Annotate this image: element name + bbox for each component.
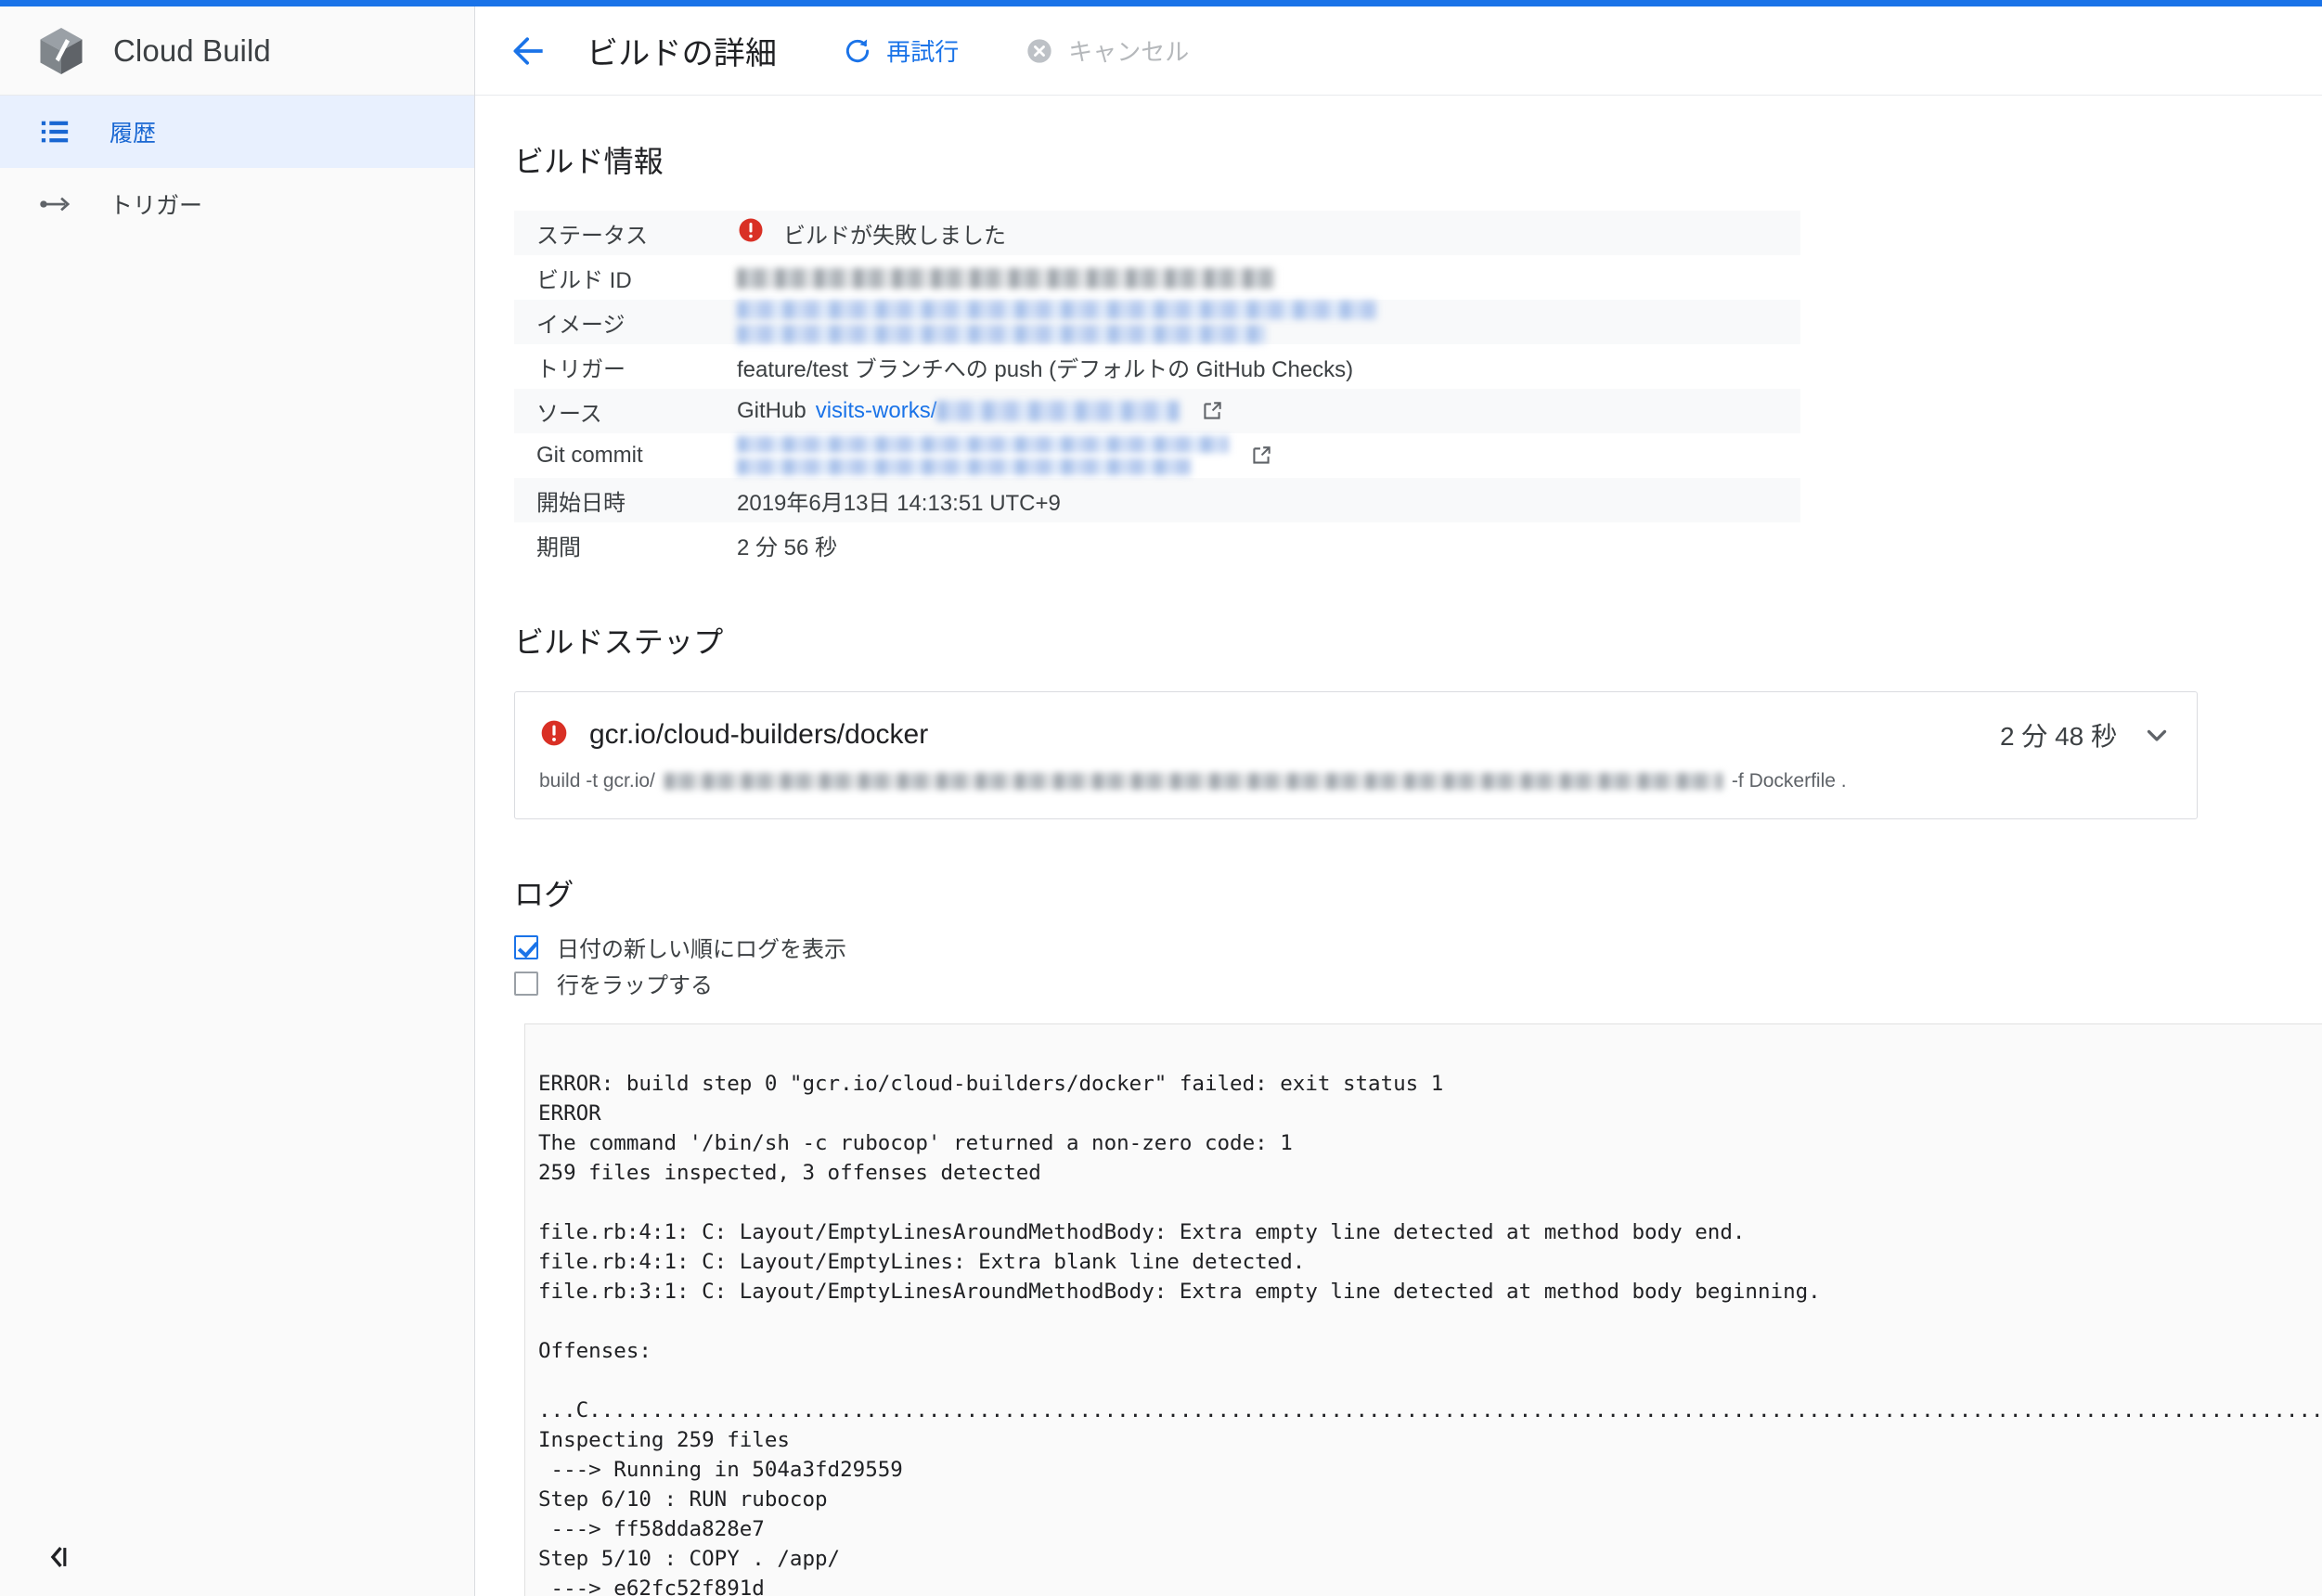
log-option-newest-first[interactable]: 日付の新しい順にログを表示 [514, 931, 2322, 963]
brand-title: Cloud Build [113, 32, 271, 68]
build-info-title: ビルド情報 [514, 145, 664, 178]
table-row: 開始日時 2019年6月13日 14:13:51 UTC+9 [514, 478, 1800, 522]
refresh-icon [842, 35, 873, 67]
row-value-git-commit [737, 433, 1800, 478]
row-key-build-id: ビルド ID [536, 267, 632, 293]
logs-title: ログ [514, 878, 574, 911]
row-value-image [737, 300, 1800, 344]
checkbox-checked-icon[interactable] [514, 934, 538, 959]
table-row: トリガー feature/test ブランチへの push (デフォルトの Gi… [514, 344, 1800, 389]
trigger-arrow-icon [39, 188, 71, 220]
cancel-button[interactable]: キャンセル [1024, 33, 1189, 68]
row-key-source: ソース [536, 401, 602, 427]
table-row: Git commit [514, 433, 1800, 478]
sidebar-item-history[interactable]: 履歴 [0, 96, 474, 168]
table-row: イメージ [514, 300, 1800, 344]
row-value-status: ビルドが失敗しました [737, 211, 1800, 255]
sidebar-item-trigger[interactable]: トリガー [0, 168, 474, 240]
checkbox-unchecked-icon[interactable] [514, 971, 538, 996]
row-value-start-time: 2019年6月13日 14:13:51 UTC+9 [737, 490, 1061, 516]
build-step-args: build -t gcr.io/ -f Dockerfile . [539, 770, 2173, 792]
retry-button[interactable]: 再試行 [842, 33, 959, 68]
content-area: ビルド情報 ステータス ビルドが失敗しました ビルド ID イメージ トリガー … [475, 96, 2322, 1596]
log-option-newest-first-label: 日付の新しい順にログを表示 [557, 937, 846, 962]
table-row: ステータス ビルドが失敗しました [514, 211, 1800, 255]
error-icon [539, 718, 569, 753]
redacted-image [737, 301, 1800, 343]
row-value-duration: 2 分 56 秒 [737, 534, 838, 560]
sidebar: Cloud Build 履歴 トリガー [0, 6, 475, 1596]
log-output-panel[interactable]: ERROR: build step 0 "gcr.io/cloud-builde… [524, 1023, 2322, 1596]
sidebar-item-label-history: 履歴 [110, 121, 157, 147]
build-step-name: gcr.io/cloud-builders/docker [589, 719, 929, 750]
row-value-trigger: feature/test ブランチへの push (デフォルトの GitHub … [737, 356, 1354, 382]
main-area: ビルドの詳細 再試行 キャンセル ビルド情報 ステータス ビルドが失敗しました … [475, 6, 2322, 1596]
row-key-status: ステータス [536, 223, 648, 249]
redacted-git-commit [737, 436, 1229, 475]
page-title: ビルドの詳細 [587, 36, 778, 71]
error-icon [737, 216, 765, 251]
log-option-wrap-lines-label: 行をラップする [557, 973, 713, 998]
external-link-icon[interactable] [1249, 444, 1273, 468]
build-step-args-prefix: build -t gcr.io/ [539, 770, 655, 792]
redacted-image-tag [664, 773, 1722, 790]
build-step-args-suffix: -f Dockerfile . [1731, 770, 1847, 792]
sidebar-item-label-trigger: トリガー [110, 193, 203, 219]
table-row: 期間 2 分 56 秒 [514, 522, 1800, 567]
redacted-repo-name [936, 401, 1180, 421]
table-row: ビルド ID [514, 255, 1800, 300]
build-step-card[interactable]: gcr.io/cloud-builders/docker 2 分 48 秒 bu… [514, 691, 2198, 819]
retry-button-label: 再試行 [886, 38, 960, 66]
source-repo-link[interactable]: visits-works/ [816, 398, 937, 424]
cancel-button-label: キャンセル [1068, 38, 1190, 66]
external-link-icon[interactable] [1200, 399, 1224, 423]
log-option-wrap-lines[interactable]: 行をラップする [514, 967, 2322, 999]
row-key-image: イメージ [536, 312, 626, 338]
build-step-header: gcr.io/cloud-builders/docker 2 分 48 秒 [539, 716, 2173, 753]
log-output-text: ERROR: build step 0 "gcr.io/cloud-builde… [538, 1072, 2322, 1596]
table-row: ソース GitHub visits-works/ [514, 389, 1800, 433]
row-key-start-time: 開始日時 [536, 490, 626, 516]
source-provider: GitHub [737, 398, 806, 423]
build-step-duration: 2 分 48 秒 [1999, 722, 2117, 751]
arrow-back-icon[interactable] [505, 27, 553, 75]
build-info-table: ステータス ビルドが失敗しました ビルド ID イメージ トリガー featur… [514, 211, 1800, 567]
cancel-circle-icon [1024, 35, 1055, 67]
redacted-build-id [737, 267, 1275, 289]
row-key-duration: 期間 [536, 534, 581, 560]
row-key-trigger: トリガー [536, 356, 626, 382]
top-progress-bar [0, 0, 2322, 6]
page-header: ビルドの詳細 再試行 キャンセル [475, 6, 2322, 96]
collapse-panel-icon[interactable] [41, 1538, 78, 1576]
row-value-build-id [737, 255, 1800, 300]
row-value-source: GitHub visits-works/ [737, 389, 1800, 433]
brand-header: Cloud Build [0, 6, 474, 96]
build-steps-title: ビルドステップ [514, 625, 724, 659]
list-icon [39, 116, 71, 148]
app-shell: Cloud Build 履歴 トリガー ビルドの詳細 再試行 キャンセル ビルド… [0, 6, 2322, 1596]
status-text: ビルドが失敗しました [783, 223, 1006, 249]
row-key-git-commit: Git commit [536, 443, 643, 468]
cloud-build-logo-icon [33, 23, 89, 79]
chevron-down-icon[interactable] [2141, 719, 2173, 751]
